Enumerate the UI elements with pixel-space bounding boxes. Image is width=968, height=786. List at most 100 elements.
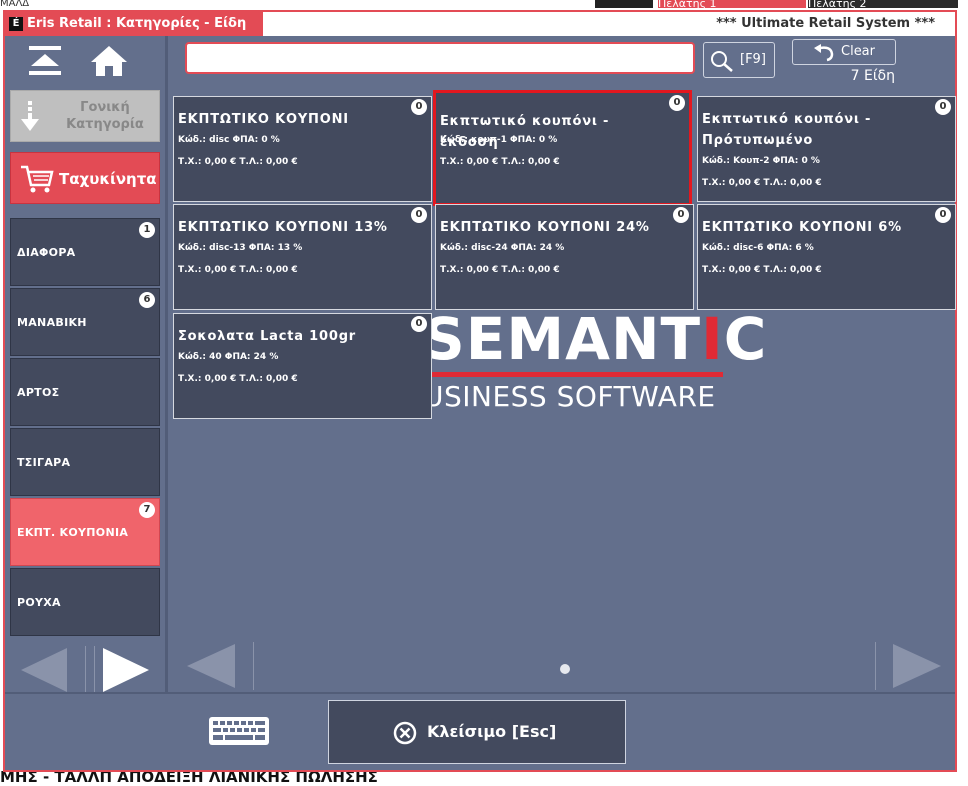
product-code-vat: Κώδ.: 40 ΦΠΑ: 24 % <box>178 352 279 362</box>
arrow-right-icon <box>103 648 149 692</box>
product-tile[interactable]: ΕΚΠΤΩΤΙΚΟ ΚΟΥΠΟΝΙ 6% Κώδ.: disc-6 ΦΠΑ: 6… <box>697 204 956 310</box>
product-prices: Τ.Χ.: 0,00 € Τ.Λ.: 0,00 € <box>178 265 298 275</box>
product-tile[interactable]: ΕΚΠΤΩΤΙΚΟ ΚΟΥΠΟΝΙ 13% Κώδ.: disc-13 ΦΠΑ:… <box>173 204 432 310</box>
close-circle-icon <box>393 721 417 745</box>
background-tab-dark <box>595 0 653 8</box>
product-name: ΕΚΠΤΩΤΙΚΟ ΚΟΥΠΟΝΙ <box>178 112 349 127</box>
collapse-button[interactable] <box>25 44 65 78</box>
product-name: Σοκολατα Lacta 100gr <box>178 329 357 344</box>
product-code-vat: Κώδ.: disc ΦΠΑ: 0 % <box>178 135 280 145</box>
logo-subtitle: USINESS SOFTWARE <box>423 380 716 413</box>
product-qty-badge: 0 <box>411 207 427 223</box>
arrow-right-icon <box>893 644 941 688</box>
product-name: Εκπτωτικό κουπόνι - Πρότυπωμένο <box>702 112 872 148</box>
fast-moving-label: Ταχυκίνητα <box>59 170 157 188</box>
product-code-vat: Κώδ.: κουπ-1 ΦΠΑ: 0 % <box>440 135 558 145</box>
category-prev-button[interactable] <box>19 646 69 694</box>
product-tile[interactable]: Εκπτωτικό κουπόνι - Πρότυπωμένο Κώδ.: Κο… <box>697 96 956 202</box>
search-shortcut-label: [F9] <box>740 52 766 67</box>
product-tile[interactable]: Σοκολατα Lacta 100gr Κώδ.: 40 ΦΠΑ: 24 % … <box>173 313 432 419</box>
category-tsigara[interactable]: ΤΣΙΓΑΡΑ <box>10 428 160 496</box>
product-qty-badge: 0 <box>411 316 427 332</box>
title-bar: É Eris Retail : Κατηγορίες - Είδη *** Ul… <box>5 12 955 36</box>
product-prices: Τ.Χ.: 0,00 € Τ.Λ.: 0,00 € <box>178 157 298 167</box>
search-input[interactable] <box>185 42 695 74</box>
category-name: ΜΑΝΑΒΙΚΗ <box>17 316 87 329</box>
bottom-divider <box>5 692 955 694</box>
category-rouxa[interactable]: ΡΟΥΧΑ <box>10 568 160 636</box>
search-button[interactable]: [F9] <box>703 42 775 78</box>
arrow-left-icon <box>187 644 235 688</box>
product-name: ΕΚΠΤΩΤΙΚΟ ΚΟΥΠΟΝΙ 24% <box>440 220 650 235</box>
arrow-left-icon <box>21 648 67 692</box>
product-prices: Τ.Χ.: 0,00 € Τ.Λ.: 0,00 € <box>702 178 822 188</box>
home-button[interactable] <box>87 44 131 78</box>
product-prices: Τ.Χ.: 0,00 € Τ.Λ.: 0,00 € <box>440 157 560 167</box>
product-qty-badge: 0 <box>935 99 951 115</box>
category-artos[interactable]: ΑΡΤΟΣ <box>10 358 160 426</box>
background-label-fragment: ΜΑΛΔ <box>0 0 30 9</box>
app-icon: É <box>9 17 23 31</box>
categories-items-window: É Eris Retail : Κατηγορίες - Είδη *** Ul… <box>3 10 957 772</box>
search-icon <box>711 51 733 72</box>
semantic-logo: SEMANTIC USINESS SOFTWARE <box>423 308 766 418</box>
background-tab-customer-1: Πελάτης 1 <box>658 0 806 8</box>
product-tile[interactable]: ΕΚΠΤΩΤΙΚΟ ΚΟΥΠΟΝΙ Κώδ.: disc ΦΠΑ: 0 % Τ.… <box>173 96 432 202</box>
product-qty-badge: 0 <box>673 207 689 223</box>
shopping-cart-icon <box>21 165 54 193</box>
category-sidebar: Γονική Κατηγορία Ταχυκίνητα ΔΙΑΦΟΡΑ 1 ΜΑ… <box>5 36 168 694</box>
category-name: ΕΚΠΤ. ΚΟΥΠΟΝΙΑ <box>17 526 129 539</box>
item-count: 7 Είδη <box>850 68 895 84</box>
items-next-page-button[interactable] <box>891 642 943 690</box>
fast-moving-button[interactable]: Ταχυκίνητα <box>10 152 160 204</box>
page-indicator-dot <box>560 664 570 674</box>
category-count-badge: 1 <box>139 222 155 238</box>
category-next-button[interactable] <box>101 646 151 694</box>
title-left: É Eris Retail : Κατηγορίες - Είδη <box>5 12 263 36</box>
clear-label: Clear <box>841 44 875 59</box>
home-icon <box>91 46 127 76</box>
category-count-badge: 7 <box>139 502 155 518</box>
nav-divider <box>85 646 95 694</box>
product-name: Εκπτωτικό κουπόνι - έκδοση <box>440 114 610 150</box>
product-code-vat: Κώδ.: disc-24 ΦΠΑ: 24 % <box>440 243 565 253</box>
category-name: ΑΡΤΟΣ <box>17 386 60 399</box>
product-code-vat: Κώδ.: Κουπ-2 ΦΠΑ: 0 % <box>702 156 820 166</box>
category-name: ΔΙΑΦΟΡΑ <box>17 246 76 259</box>
nav-divider <box>253 642 254 690</box>
category-name: ΡΟΥΧΑ <box>17 596 61 609</box>
close-label: Κλείσιμο [Esc] <box>427 722 557 741</box>
product-code-vat: Κώδ.: disc-6 ΦΠΑ: 6 % <box>702 243 814 253</box>
parent-category-label: Γονική Κατηγορία <box>66 100 144 132</box>
product-code-vat: Κώδ.: disc-13 ΦΠΑ: 13 % <box>178 243 303 253</box>
background-tab-customer-2: Πελάτης 2 <box>808 0 958 8</box>
close-button[interactable]: Κλείσιμο [Esc] <box>328 700 626 764</box>
collapse-icon <box>29 46 61 75</box>
clear-button[interactable]: Clear <box>792 39 896 65</box>
product-prices: Τ.Χ.: 0,00 € Τ.Λ.: 0,00 € <box>702 265 822 275</box>
category-manaviki[interactable]: ΜΑΝΑΒΙΚΗ 6 <box>10 288 160 356</box>
logo-underline <box>423 372 723 377</box>
product-prices: Τ.Χ.: 0,00 € Τ.Λ.: 0,00 € <box>440 265 560 275</box>
product-qty-badge: 0 <box>411 99 427 115</box>
parent-category-button[interactable]: Γονική Κατηγορία <box>10 90 160 142</box>
product-tile[interactable]: ΕΚΠΤΩΤΙΚΟ ΚΟΥΠΟΝΙ 24% Κώδ.: disc-24 ΦΠΑ:… <box>435 204 694 310</box>
product-qty-badge: 0 <box>935 207 951 223</box>
category-name: ΤΣΙΓΑΡΑ <box>17 456 71 469</box>
category-count-badge: 6 <box>139 292 155 308</box>
product-qty-badge: 0 <box>669 95 685 111</box>
arrow-down-icon <box>21 101 39 131</box>
category-ekpt-kouponia[interactable]: ΕΚΠΤ. ΚΟΥΠΟΝΙΑ 7 <box>10 498 160 566</box>
keyboard-button[interactable] <box>208 716 270 746</box>
items-prev-page-button[interactable] <box>185 642 237 690</box>
product-name: ΕΚΠΤΩΤΙΚΟ ΚΟΥΠΟΝΙ 13% <box>178 220 388 235</box>
keyboard-icon <box>209 717 269 745</box>
category-diafora[interactable]: ΔΙΑΦΟΡΑ 1 <box>10 218 160 286</box>
logo-wordmark: SEMANTIC <box>423 305 768 373</box>
product-prices: Τ.Χ.: 0,00 € Τ.Λ.: 0,00 € <box>178 374 298 384</box>
product-name: ΕΚΠΤΩΤΙΚΟ ΚΟΥΠΟΝΙ 6% <box>702 220 902 235</box>
system-name: *** Ultimate Retail System *** <box>716 16 935 31</box>
product-tile-selected[interactable]: Εκπτωτικό κουπόνι - έκδοση Κώδ.: κουπ-1 … <box>433 90 692 206</box>
nav-divider <box>875 642 876 690</box>
window-title: Eris Retail : Κατηγορίες - Είδη <box>27 16 247 31</box>
